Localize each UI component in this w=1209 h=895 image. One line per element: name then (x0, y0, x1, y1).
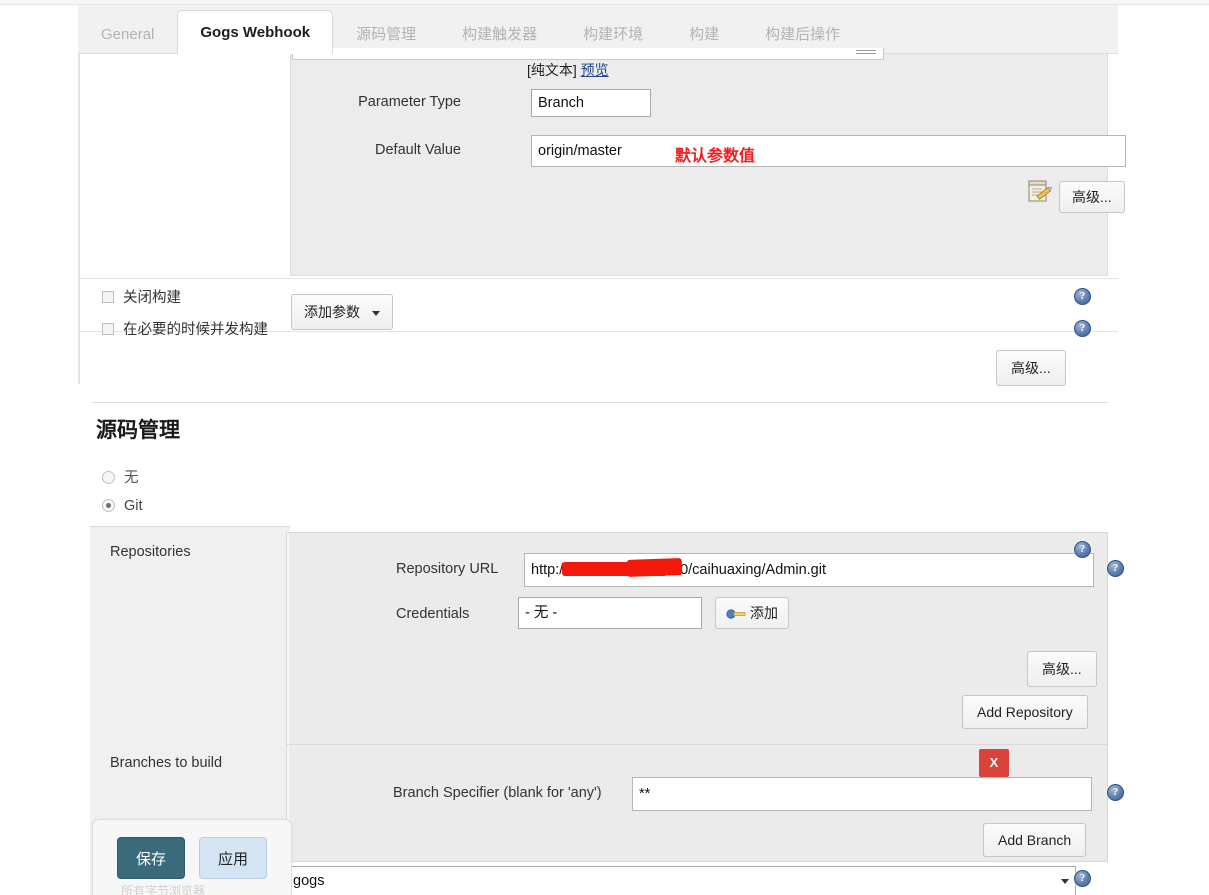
add-branch-button[interactable]: Add Branch (983, 823, 1087, 857)
config-panel: [纯文本] 预览 Parameter Type Branch Default V… (78, 48, 1126, 895)
parameter-definition-block: [纯文本] 预览 Parameter Type Branch Default V… (290, 48, 1126, 276)
parameter-type-select-wrap: Branch (531, 89, 651, 117)
preview-link[interactable]: 预览 (581, 62, 609, 78)
scm-option-none-label: 无 (124, 470, 139, 486)
credentials-select[interactable]: - 无 - (518, 597, 702, 629)
credentials-select-wrap: - 无 - (518, 597, 702, 629)
config-tab-bar: General Gogs Webhook 源码管理 构建触发器 构建环境 构建 … (78, 5, 1118, 54)
repository-browser-select[interactable]: gogs (286, 866, 1076, 895)
delete-branch-button[interactable]: X (979, 749, 1009, 777)
scm-option-git[interactable]: Git (102, 498, 143, 514)
help-icon-repository-url[interactable]: ? (1107, 560, 1124, 577)
tab-list: General Gogs Webhook 源码管理 构建触发器 构建环境 构建 … (78, 4, 863, 54)
checkbox-row-concurrent-build[interactable]: 在必要的时候并发构建 (102, 318, 268, 339)
repository-url-input[interactable] (524, 553, 1094, 587)
left-rule-divider (78, 54, 80, 384)
apply-button[interactable]: 应用 (199, 837, 267, 879)
plaintext-label: [纯文本] (527, 62, 577, 78)
credentials-label: Credentials (396, 606, 470, 622)
divider-after-params (78, 278, 1118, 279)
divider-before-scm (92, 402, 1108, 403)
scm-section-title: 源码管理 (96, 419, 180, 442)
concurrent-build-checkbox[interactable] (102, 323, 114, 335)
tab-general[interactable]: General (78, 15, 177, 53)
add-credentials-button[interactable]: 添加 (715, 597, 789, 629)
notepad-pencil-icon[interactable] (1027, 179, 1053, 203)
scm-left-column-top-rule (90, 526, 290, 527)
scm-radio-none[interactable] (102, 471, 115, 484)
scm-option-git-label: Git (124, 498, 143, 514)
branches-to-build-label: Branches to build (110, 755, 223, 771)
build-options-advanced-button[interactable]: 高级... (996, 350, 1066, 386)
help-icon-repository-browser[interactable]: ? (1074, 870, 1091, 887)
checkbox-row-disable-build[interactable]: 关闭构建 (102, 286, 181, 307)
branches-box: X Branch Specifier (blank for 'any') ? A… (286, 744, 1124, 862)
chevron-down-icon (371, 310, 380, 316)
screenshot-root: General Gogs Webhook 源码管理 构建触发器 构建环境 构建 … (0, 0, 1209, 895)
repository-advanced-button[interactable]: 高级... (1027, 651, 1097, 687)
disable-build-label: 关闭构建 (123, 290, 181, 306)
save-button[interactable]: 保存 (117, 837, 185, 879)
branch-specifier-label: Branch Specifier (blank for 'any') (393, 785, 602, 801)
save-action-bar: 保存 应用 所有字节浏览器 (92, 819, 292, 895)
tab-gogs-webhook[interactable]: Gogs Webhook (177, 10, 334, 54)
parameter-advanced-button[interactable]: 高级... (1059, 181, 1125, 213)
add-parameter-label: 添加参数 (304, 304, 360, 320)
help-icon-disable-build[interactable]: ? (1074, 288, 1091, 305)
scm-option-none[interactable]: 无 (102, 466, 139, 487)
help-icon-branch-specifier[interactable]: ? (1107, 784, 1124, 801)
repository-url-label: Repository URL (396, 561, 499, 577)
add-credentials-label: 添加 (750, 605, 778, 621)
repository-browser-select-wrap: gogs (286, 866, 1076, 895)
key-icon (726, 609, 746, 619)
textarea-resize-handle[interactable] (856, 50, 876, 56)
description-format-row: [纯文本] 预览 (527, 60, 609, 80)
concurrent-build-label: 在必要的时候并发构建 (123, 322, 268, 338)
repositories-label: Repositories (110, 544, 191, 560)
parameter-type-select[interactable]: Branch (531, 89, 651, 117)
add-parameter-button[interactable]: 添加参数 (291, 294, 393, 330)
help-icon-repositories[interactable]: ? (1074, 541, 1091, 558)
help-icon-concurrent-build[interactable]: ? (1074, 320, 1091, 337)
add-repository-button[interactable]: Add Repository (962, 695, 1088, 729)
scm-radio-git[interactable] (102, 499, 115, 512)
default-value-label: Default Value (375, 142, 461, 158)
status-ghost-text: 所有字节浏览器 (121, 884, 206, 895)
parameter-type-label: Parameter Type (358, 94, 461, 110)
disable-build-checkbox[interactable] (102, 291, 114, 303)
description-textarea[interactable] (292, 48, 884, 60)
branch-specifier-input[interactable] (632, 777, 1092, 811)
default-value-input[interactable] (531, 135, 1126, 167)
